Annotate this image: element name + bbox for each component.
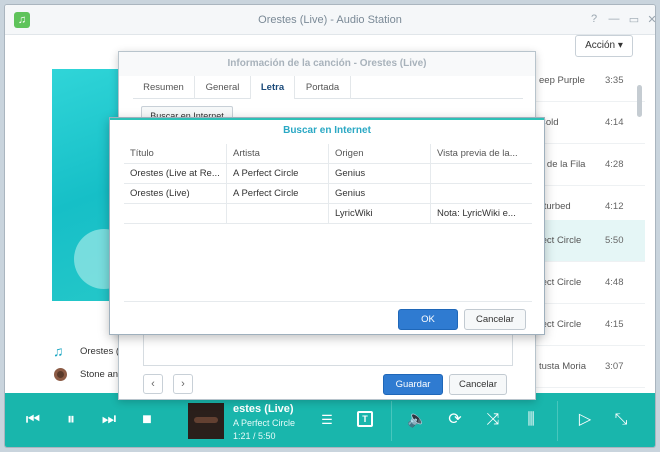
cell-title: Orestes (Live) [130, 188, 190, 199]
list-item[interactable]: Stone and [49, 366, 129, 384]
player-time: 1:21 / 5:50 [233, 431, 276, 441]
song-row[interactable]: eep Purple 3:35 [533, 60, 645, 102]
song-duration: 3:35 [605, 75, 624, 86]
pause-icon[interactable]: ⏸ [61, 410, 81, 430]
previous-song-button[interactable]: ‹ [143, 374, 163, 394]
next-song-button[interactable]: › [173, 374, 193, 394]
close-icon[interactable]: ✕ [645, 13, 655, 26]
lyrics-icon[interactable]: T [357, 411, 373, 427]
ok-button[interactable]: OK [398, 309, 458, 330]
disc-icon [54, 368, 67, 381]
song-title: eep Purple [539, 75, 585, 86]
video-output-icon[interactable]: ▷ [575, 410, 595, 430]
cell-artist [226, 204, 328, 224]
lyrics-textarea[interactable] [143, 332, 513, 366]
song-duration: 4:12 [605, 201, 624, 212]
song-row[interactable]: fect Circle 4:15 [533, 304, 645, 346]
tab-letra[interactable]: Letra [251, 76, 295, 100]
song-row[interactable]: fect Circle 4:48 [533, 262, 645, 304]
search-internet-dialog: Buscar en Internet Título Artista Origen… [109, 117, 545, 335]
shuffle-icon[interactable]: ⤨ [483, 410, 503, 430]
volume-icon[interactable]: 🔈 [407, 410, 427, 430]
window-title: Orestes (Live) - Audio Station [258, 14, 402, 26]
song-info-tabs: Resumen General Letra Portada [133, 76, 523, 100]
song-title: fect Circle [539, 319, 582, 330]
cell-source: Genius [328, 184, 430, 204]
grid-header: Título Artista Origen Vista previa de la… [124, 144, 532, 164]
song-duration: 4:48 [605, 277, 624, 288]
cell-artist: A Perfect Circle [226, 184, 328, 204]
action-menu-label: Acción [585, 40, 616, 51]
next-track-icon[interactable]: ⏭ [99, 410, 119, 430]
song-duration: 4:14 [605, 117, 624, 128]
player-track-title: estes (Live) [233, 403, 294, 415]
column-header-preview[interactable]: Vista previa de la... [430, 144, 532, 164]
song-duration: 3:07 [605, 361, 624, 372]
cell-source: Genius [328, 164, 430, 184]
player-artist: A Perfect Circle [233, 418, 296, 428]
song-duration: 4:15 [605, 319, 624, 330]
search-dialog-footer [124, 301, 532, 302]
table-row[interactable]: Orestes (Live) A Perfect Circle Genius [124, 184, 532, 204]
tab-resumen[interactable]: Resumen [133, 76, 195, 99]
action-menu-button[interactable]: Acción ▾ [575, 35, 633, 57]
song-info-dialog-title: Información de la canción - Orestes (Liv… [119, 52, 535, 76]
collapse-icon[interactable]: ⤡ [611, 410, 631, 430]
song-duration: 5:50 [605, 235, 624, 246]
cell-artist: A Perfect Circle [226, 164, 328, 184]
scrollbar[interactable] [637, 85, 642, 117]
column-header-artist[interactable]: Artista [226, 144, 328, 164]
minimize-icon[interactable]: — [607, 13, 621, 25]
help-icon[interactable]: ? [587, 13, 601, 25]
previous-track-icon[interactable]: ⏮ [23, 410, 43, 430]
cell-title: Orestes (Live at Re... [130, 168, 220, 179]
song-title: tusta Moria [539, 361, 586, 372]
tab-portada[interactable]: Portada [295, 76, 351, 99]
song-row-selected[interactable]: fect Circle 5:50 [533, 220, 645, 262]
cell-preview: Nota: LyricWiki e... [430, 204, 532, 224]
table-row[interactable]: LyricWiki Nota: LyricWiki e... [124, 204, 532, 224]
divider [391, 401, 392, 441]
song-title: o de la Fila [539, 159, 586, 170]
cancel-button[interactable]: Cancelar [449, 374, 507, 395]
playlist-settings-icon[interactable]: ☰ [317, 410, 337, 430]
song-row[interactable]: tusta Moria 3:07 [533, 346, 645, 388]
list-item[interactable]: ♫ Orestes (Li [49, 343, 129, 361]
title-bar: ♫ Orestes (Live) - Audio Station ? — ▭ ✕ [5, 5, 655, 35]
list-item-label: Stone and [80, 369, 124, 380]
stop-icon[interactable]: ■ [137, 410, 157, 430]
divider [557, 401, 558, 441]
repeat-icon[interactable]: ⟳ [445, 410, 465, 430]
maximize-icon[interactable]: ▭ [627, 13, 641, 26]
song-row[interactable]: o de la Fila 4:28 [533, 144, 645, 186]
cell-preview [430, 164, 532, 184]
cell-source: LyricWiki [328, 204, 430, 224]
column-header-title[interactable]: Título [124, 144, 226, 164]
player-album-thumbnail [188, 403, 224, 439]
save-button[interactable]: Guardar [383, 374, 443, 395]
search-dialog-title: Buscar en Internet [110, 118, 544, 143]
cell-preview [430, 184, 532, 204]
table-row[interactable]: Orestes (Live at Re... A Perfect Circle … [124, 164, 532, 184]
column-header-source[interactable]: Origen [328, 144, 430, 164]
equalizer-icon[interactable]: ⫼ [521, 410, 541, 430]
cell-title [124, 204, 226, 224]
player-bar: ⏮ ⏸ ⏭ ■ estes (Live) A Perfect Circle 1:… [5, 393, 655, 447]
song-title: fect Circle [539, 277, 582, 288]
tab-general[interactable]: General [195, 76, 251, 99]
song-title: fect Circle [539, 235, 582, 246]
music-note-icon: ♫ [53, 343, 64, 359]
song-duration: 4:28 [605, 159, 624, 170]
cancel-button[interactable]: Cancelar [464, 309, 526, 330]
song-row[interactable]: Cold 4:14 [533, 102, 645, 144]
